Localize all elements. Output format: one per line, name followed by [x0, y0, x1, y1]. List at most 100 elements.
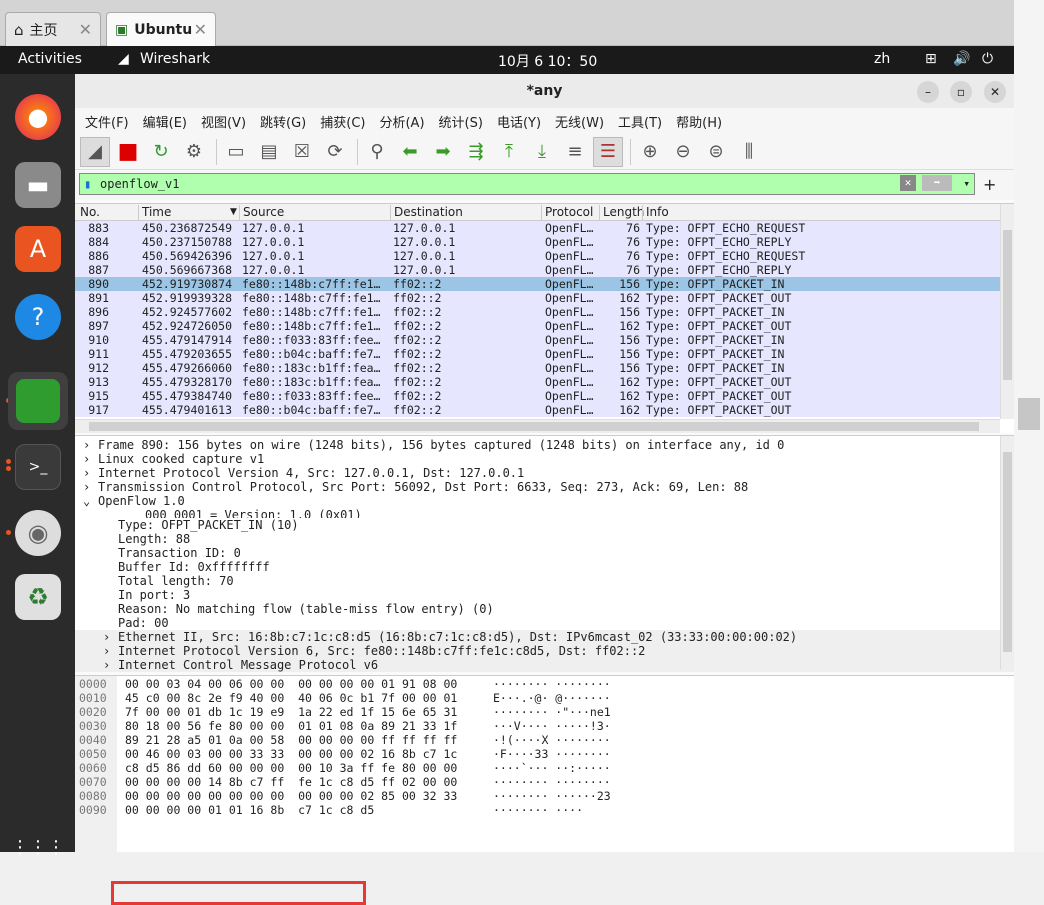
minimize-button[interactable]: –	[917, 81, 939, 103]
hex-line[interactable]: 0040 89 21 28 a5 01 0a 00 58 00 00 00 00 …	[75, 733, 1014, 747]
chevron-right-icon[interactable]: ›	[83, 480, 90, 494]
scroll-thumb[interactable]	[1003, 452, 1012, 652]
table-row[interactable]: 896 452.924577602 fe80::148b:c7ff:fe1… ff02…	[75, 305, 1014, 319]
disc-icon[interactable]: ◉	[15, 510, 61, 556]
chevron-right-icon[interactable]: ›	[103, 630, 110, 644]
col-source[interactable]: Source	[239, 205, 284, 221]
close-file-icon[interactable]: ☒	[287, 137, 317, 167]
go-forward-icon[interactable]: ➡	[428, 137, 458, 167]
menu-telephony[interactable]: 电话(Y)	[497, 112, 541, 131]
table-row[interactable]: 910 455.479147914 fe80::f033:83ff:fee… ff02…	[75, 333, 1014, 347]
bookmark-icon[interactable]: ▮	[84, 174, 91, 194]
display-filter-input[interactable]: ▮ openflow_v1 ✕ ➡ ▾	[79, 173, 975, 195]
hex-line[interactable]: 0020 7f 00 00 01 db 1c 19 e9 1a 22 ed 1f …	[75, 705, 1014, 719]
add-filter-button[interactable]: +	[983, 175, 996, 194]
detail-line[interactable]: Total length: 70	[75, 574, 1014, 588]
capture-options-icon[interactable]: ⚙	[179, 137, 209, 167]
help-icon[interactable]: ?	[15, 294, 61, 340]
find-packet-icon[interactable]: ⚲	[362, 137, 392, 167]
packet-list-scrollbar[interactable]	[1000, 204, 1014, 419]
hex-line[interactable]: 0060 c8 d5 86 dd 60 00 00 00 00 10 3a ff …	[75, 761, 1014, 775]
wireshark-dock-icon[interactable]	[8, 372, 68, 430]
table-row[interactable]: 913 455.479328170 fe80::183c:b1ff:fea… ff02…	[75, 375, 1014, 389]
resize-columns-icon[interactable]: ⫼	[734, 137, 764, 167]
table-row[interactable]: 884 450.237150788 127.0.0.1 127.0.0.1 OpenFL…	[75, 235, 1014, 249]
menu-statistics[interactable]: 统计(S)	[439, 112, 483, 131]
detail-line[interactable]: 000 0001 = Version: 1.0 (0x01)	[75, 508, 1014, 518]
network-icon[interactable]: ⊞	[925, 51, 937, 67]
chevron-right-icon[interactable]: ›	[103, 658, 110, 672]
hex-line[interactable]: 0010 45 c0 00 8c 2e f9 40 00 40 06 0c b1 …	[75, 691, 1014, 705]
zoom-in-icon[interactable]: ⊕	[635, 137, 665, 167]
detail-line[interactable]: › Internet Control Message Protocol v6	[75, 658, 1014, 672]
terminal-icon[interactable]: >_	[15, 444, 61, 490]
menu-wireless[interactable]: 无线(W)	[555, 112, 604, 131]
detail-line[interactable]: › Frame 890: 156 bytes on wire (1248 bits…	[75, 438, 1014, 452]
zoom-reset-icon[interactable]: ⊜	[701, 137, 731, 167]
col-no[interactable]: No.	[77, 205, 100, 221]
table-row[interactable]: 890 452.919730874 fe80::148b:c7ff:fe1… ff02…	[75, 277, 1014, 291]
hex-line[interactable]: 0070 00 00 00 00 14 8b c7 ff fe 1c c8 d5 …	[75, 775, 1014, 789]
packet-list-hscrollbar[interactable]	[75, 419, 1000, 433]
app-grid-icon[interactable]: ⋮⋮⋮	[11, 824, 65, 870]
table-row[interactable]: 886 450.569426396 127.0.0.1 127.0.0.1 OpenFL…	[75, 249, 1014, 263]
files-icon[interactable]: ▬	[15, 162, 61, 208]
autoscroll-icon[interactable]: ≡	[560, 137, 590, 167]
chevron-right-icon[interactable]: ›	[83, 438, 90, 452]
firefox-icon[interactable]: ●	[15, 94, 61, 140]
detail-line[interactable]: Type: OFPT_PACKET_IN (10)	[75, 518, 1014, 532]
menu-edit[interactable]: 编辑(E)	[143, 112, 187, 131]
menu-file[interactable]: 文件(F)	[85, 112, 129, 131]
zoom-out-icon[interactable]: ⊖	[668, 137, 698, 167]
detail-line[interactable]: Buffer Id: 0xffffffff	[75, 560, 1014, 574]
apply-filter-icon[interactable]: ➡	[922, 175, 952, 191]
stop-capture-icon[interactable]: ■	[113, 137, 143, 167]
details-scrollbar[interactable]	[1000, 436, 1014, 670]
table-row[interactable]: 897 452.924726050 fe80::148b:c7ff:fe1… ff02…	[75, 319, 1014, 333]
detail-line[interactable]: › Internet Protocol Version 4, Src: 127.0…	[75, 466, 1014, 480]
table-row[interactable]: 911 455.479203655 fe80::b04c:baff:fe7… ff02…	[75, 347, 1014, 361]
detail-line[interactable]: › Internet Protocol Version 6, Src: fe80:…	[75, 644, 1014, 658]
table-row[interactable]: 915 455.479384740 fe80::f033:83ff:fee… ff02…	[75, 389, 1014, 403]
menu-analyze[interactable]: 分析(A)	[379, 112, 424, 131]
reload-file-icon[interactable]: ⟳	[320, 137, 350, 167]
chevron-down-icon[interactable]: ▾	[963, 174, 970, 194]
detail-line[interactable]: Pad: 00	[75, 616, 1014, 630]
trash-icon[interactable]: ♻	[15, 574, 61, 620]
detail-line[interactable]: ⌄ OpenFlow 1.0	[75, 494, 1014, 508]
app-menu[interactable]: Wireshark	[140, 51, 210, 67]
restart-capture-icon[interactable]: ↻	[146, 137, 176, 167]
software-icon[interactable]: A	[15, 226, 61, 272]
hscroll-thumb[interactable]	[89, 422, 979, 431]
close-icon[interactable]: ✕	[194, 20, 207, 39]
close-icon[interactable]: ✕	[79, 20, 92, 39]
detail-line[interactable]: Transaction ID: 0	[75, 546, 1014, 560]
hex-line[interactable]: 0050 00 46 00 03 00 00 33 33 00 00 00 02 …	[75, 747, 1014, 761]
chevron-down-icon[interactable]: ⌄	[83, 494, 90, 508]
save-file-icon[interactable]: ▤	[254, 137, 284, 167]
chevron-right-icon[interactable]: ›	[83, 452, 90, 466]
col-info[interactable]: Info	[642, 205, 669, 221]
go-back-icon[interactable]: ⬅	[395, 137, 425, 167]
tab-home[interactable]: ⌂ 主页 ✕	[5, 12, 101, 46]
menu-capture[interactable]: 捕获(C)	[320, 112, 365, 131]
col-length[interactable]: Length	[599, 205, 644, 221]
col-destination[interactable]: Destination	[390, 205, 463, 221]
detail-line[interactable]: › Transmission Control Protocol, Src Port…	[75, 480, 1014, 494]
table-row[interactable]: 883 450.236872549 127.0.0.1 127.0.0.1 OpenFL…	[75, 221, 1014, 235]
table-row[interactable]: 887 450.569667368 127.0.0.1 127.0.0.1 OpenFL…	[75, 263, 1014, 277]
last-packet-icon[interactable]: ⤓	[527, 137, 557, 167]
chevron-right-icon[interactable]: ›	[103, 644, 110, 658]
first-packet-icon[interactable]: ⤒	[494, 137, 524, 167]
detail-line[interactable]: Reason: No matching flow (table-miss flo…	[75, 602, 1014, 616]
chevron-right-icon[interactable]: ›	[83, 466, 90, 480]
menu-help[interactable]: 帮助(H)	[676, 112, 722, 131]
scroll-thumb[interactable]	[1003, 230, 1012, 380]
language-indicator[interactable]: zh	[874, 51, 890, 67]
table-row[interactable]: 912 455.479266060 fe80::183c:b1ff:fea… ff02…	[75, 361, 1014, 375]
detail-line[interactable]: In port: 3	[75, 588, 1014, 602]
clear-filter-icon[interactable]: ✕	[900, 175, 916, 191]
detail-line[interactable]: › Ethernet II, Src: 16:8b:c7:1c:c8:d5 (16…	[75, 630, 1014, 644]
table-row[interactable]: 917 455.479401613 fe80::b04c:baff:fe7… ff02…	[75, 403, 1014, 417]
volume-icon[interactable]: 🔊	[953, 51, 970, 67]
